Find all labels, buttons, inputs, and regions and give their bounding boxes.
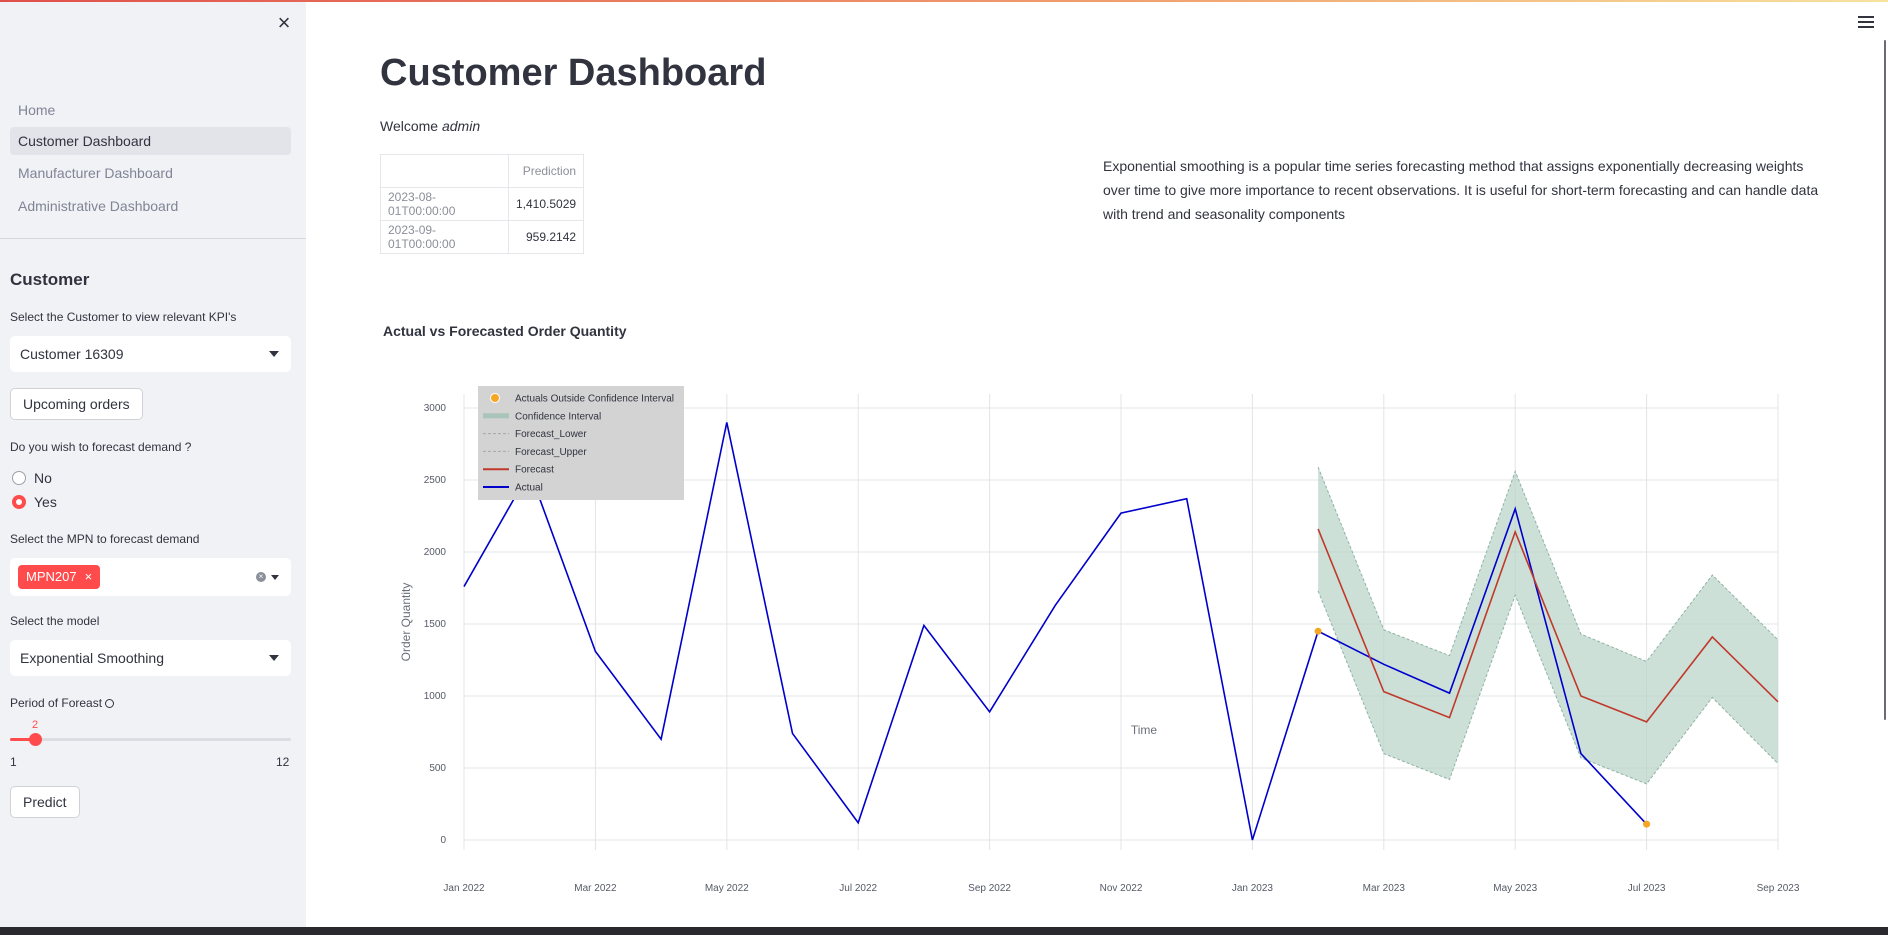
x-tick-label: May 2022 [705,883,749,894]
customer-select[interactable]: Customer 16309 [10,336,291,372]
radio-button-yes[interactable] [12,495,26,509]
welcome-prefix: Welcome [380,118,442,134]
forecast-question-label: Do you wish to forecast demand ? [10,440,192,454]
mpn-multiselect[interactable]: MPN207 × × [10,558,291,596]
slider-min-label: 1 [10,755,17,769]
legend-label: Actuals Outside Confidence Interval [515,394,674,405]
remove-tag-icon[interactable]: × [85,569,93,584]
x-tick-label: Nov 2022 [1100,883,1143,894]
table-cell-value: 959.2142 [507,220,585,254]
table-cell-index: 2023-09-01T00:00:00 [380,220,509,254]
radio-label-no: No [34,470,52,486]
x-tick-label: Jan 2022 [443,883,485,894]
table-row: 2023-08-01T00:00:00 1,410.5029 [380,187,585,221]
sidebar-section-header: Customer [10,270,90,289]
mpn-select-label: Select the MPN to forecast demand [10,532,200,546]
chart-legend: Actuals Outside Confidence Interval Confi… [478,386,684,500]
nav-item-home[interactable]: Home [10,96,291,124]
y-tick-label: 500 [429,763,446,774]
outlier-point [1643,820,1651,828]
mpn-tag: MPN207 × [18,565,101,589]
y-tick-label: 1500 [424,619,447,630]
y-tick-label: 3000 [424,403,447,414]
slider-value: 2 [32,719,39,731]
legend-label: Forecast_Upper [515,447,587,458]
y-axis-title: Order Quantity [399,583,413,662]
nav-item-manufacturer-dashboard[interactable]: Manufacturer Dashboard [10,159,291,187]
model-description: Exponential smoothing is a popular time … [1103,158,1819,222]
clear-selection-icon[interactable]: × [256,572,266,582]
chevron-down-icon[interactable] [271,575,279,580]
predict-button[interactable]: Predict [10,786,80,818]
x-tick-label: Mar 2022 [574,883,617,894]
slider-thumb[interactable] [29,733,42,746]
x-tick-label: Jul 2022 [839,883,877,894]
customer-select-label: Select the Customer to view relevant KPI… [10,310,237,324]
welcome-user: admin [441,118,481,134]
radio-option-no[interactable]: No [12,469,52,487]
model-select[interactable]: Exponential Smoothing [10,640,291,676]
chart-title: Actual vs Forecasted Order Quantity [383,323,627,339]
prediction-table: Prediction 2023-08-01T00:00:00 1,410.502… [380,154,585,254]
slider-track[interactable] [10,738,291,741]
x-tick-label: May 2023 [1493,883,1537,894]
model-select-value: Exponential Smoothing [20,650,164,666]
mpn-tag-label: MPN207 [26,569,77,584]
y-tick-label: 0 [440,835,446,846]
period-label: Period of Foreast [10,696,115,710]
x-tick-label: Sep 2022 [968,883,1011,894]
legend-swatch-ci [483,413,509,419]
legend-label: Forecast_Lower [515,429,587,440]
table-row: 2023-09-01T00:00:00 959.2142 [380,220,585,254]
help-icon[interactable] [105,699,115,708]
x-tick-label: Mar 2023 [1363,883,1406,894]
upcoming-orders-button[interactable]: Upcoming orders [10,388,143,420]
table-index-header [380,154,509,188]
legend-label: Confidence Interval [515,411,601,422]
legend-label: Forecast [515,465,554,476]
table-cell-index: 2023-08-01T00:00:00 [380,187,509,221]
y-tick-label: 2500 [424,475,447,486]
y-tick-label: 2000 [424,547,447,558]
customer-select-value: Customer 16309 [20,346,124,362]
nav-divider [0,238,306,239]
sidebar: × Home Customer Dashboard Manufacturer D… [0,2,306,927]
confidence-interval-band [1318,467,1778,784]
radio-button-no[interactable] [12,471,26,485]
radio-option-yes[interactable]: Yes [12,493,57,511]
table-header-row: Prediction [380,154,585,188]
close-sidebar-icon[interactable]: × [273,12,295,34]
nav-item-administrative-dashboard[interactable]: Administrative Dashboard [10,192,291,220]
chevron-down-icon [269,351,279,357]
hamburger-menu-icon[interactable] [1858,16,1874,30]
x-tick-label: Jul 2023 [1628,883,1666,894]
x-axis-title: Time [1131,723,1158,737]
table-cell-value: 1,410.5029 [507,187,585,221]
scrollbar[interactable] [1884,40,1886,720]
y-tick-label: 1000 [424,691,447,702]
model-select-label: Select the model [10,614,100,628]
legend-label: Actual [515,483,543,494]
nav-item-customer-dashboard[interactable]: Customer Dashboard [10,127,291,155]
page-title: Customer Dashboard [380,52,767,94]
forecast-chart[interactable]: 0 500 1000 1500 2000 2500 3000 Jan 2022 Mar 2022… [380,360,1820,915]
radio-label-yes: Yes [34,494,57,510]
table-column-header: Prediction [507,154,585,188]
chevron-down-icon [269,655,279,661]
slider-max-label: 12 [276,755,290,769]
bottom-bar [0,927,1888,935]
x-tick-label: Jan 2023 [1232,883,1274,894]
legend-marker-outlier [490,393,500,403]
period-label-text: Period of Foreast [10,696,103,710]
x-tick-label: Sep 2023 [1757,883,1800,894]
outlier-point [1314,627,1322,635]
welcome-text: Welcome admin [380,118,480,134]
